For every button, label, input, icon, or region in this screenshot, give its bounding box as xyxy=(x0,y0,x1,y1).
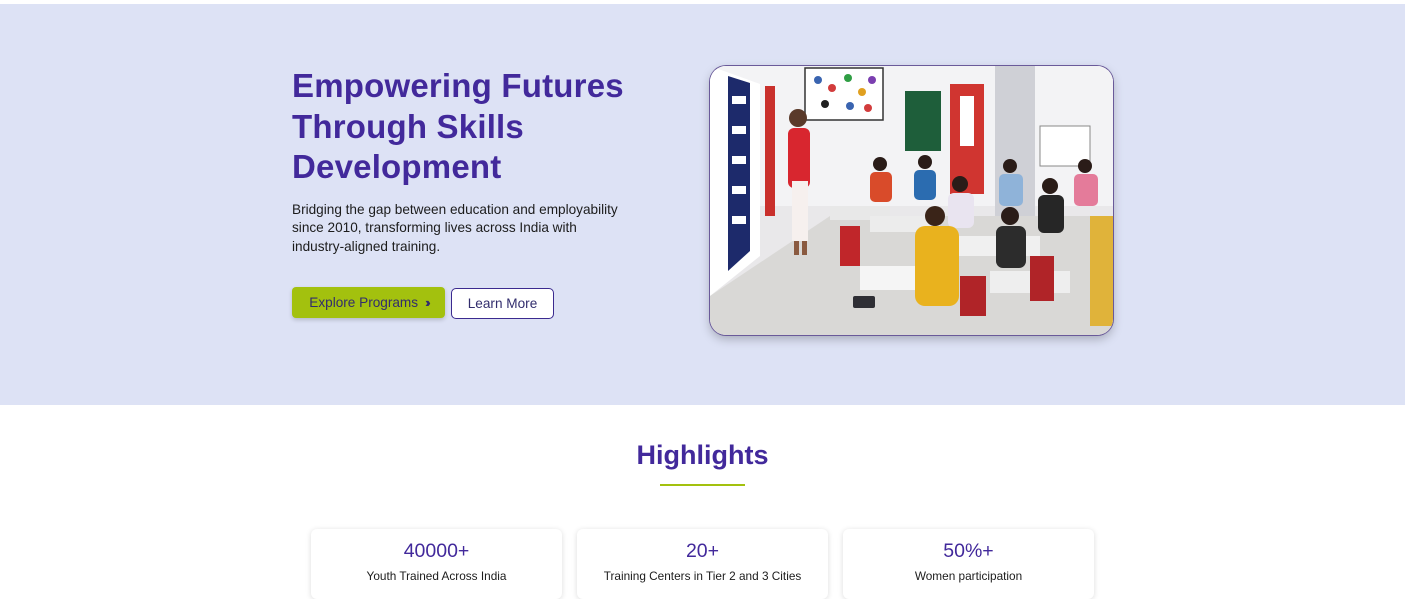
hero-title: Empowering Futures Through Skills Develo… xyxy=(292,67,624,185)
highlight-card-women-participation: 50%+ Women participation xyxy=(843,529,1094,599)
highlight-label: Women participation xyxy=(914,569,1023,583)
double-chevron-right-icon: ›› xyxy=(425,295,430,310)
highlight-label: Training Centers in Tier 2 and 3 Cities xyxy=(603,569,802,583)
highlight-card-youth-trained: 40000+ Youth Trained Across India xyxy=(311,529,562,599)
learn-more-button[interactable]: Learn More xyxy=(451,288,554,319)
explore-programs-button[interactable]: Explore Programs ›› xyxy=(292,287,445,318)
hero-description: Bridging the gap between education and e… xyxy=(292,202,618,254)
highlight-value: 40000+ xyxy=(403,540,470,562)
highlight-value: 50%+ xyxy=(943,540,994,562)
explore-programs-label: Explore Programs xyxy=(309,295,419,310)
highlight-value: 20+ xyxy=(685,540,720,562)
classroom-training-photo xyxy=(710,66,1113,335)
highlights-underline xyxy=(660,484,745,486)
highlight-label: Youth Trained Across India xyxy=(366,569,507,583)
highlights-title: Highlights xyxy=(636,440,769,470)
highlight-card-training-centers: 20+ Training Centers in Tier 2 and 3 Cit… xyxy=(577,529,828,599)
hero-section xyxy=(0,4,1405,405)
